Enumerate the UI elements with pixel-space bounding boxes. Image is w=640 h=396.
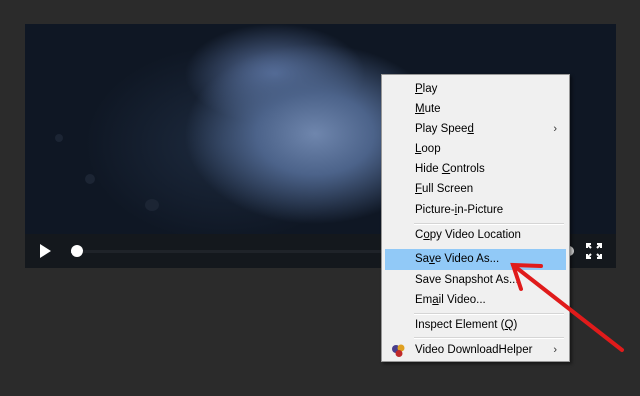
menu-item-picture-in-picture[interactable]: Picture-in-Picture — [385, 200, 566, 221]
video-frame-detail — [145, 199, 159, 211]
menu-item-play[interactable]: Play — [385, 79, 566, 100]
menu-item-save-snapshot-as[interactable]: Save Snapshot As... — [385, 270, 566, 291]
context-menu: Play Mute Play Speed › Loop Hide Controls… — [381, 74, 570, 362]
play-icon — [40, 244, 51, 258]
fullscreen-button[interactable] — [586, 243, 602, 259]
menu-item-hide-controls[interactable]: Hide Controls — [385, 159, 566, 180]
progress-bar[interactable] — [71, 250, 396, 253]
menu-item-save-video-as[interactable]: Save Video As... — [385, 249, 566, 270]
submenu-arrow-icon: › — [553, 123, 557, 135]
video-downloadhelper-icon — [391, 343, 406, 358]
progress-thumb[interactable] — [71, 245, 83, 257]
menu-item-inspect-element[interactable]: Inspect Element (Q) — [385, 315, 566, 336]
play-button[interactable] — [37, 243, 53, 259]
menu-item-full-screen[interactable]: Full Screen — [385, 179, 566, 200]
menu-item-video-downloadhelper[interactable]: Video DownloadHelper › — [385, 340, 566, 361]
menu-item-play-speed[interactable]: Play Speed › — [385, 119, 566, 140]
menu-item-copy-video-location[interactable]: Copy Video Location — [385, 225, 566, 246]
video-frame-detail — [55, 134, 63, 142]
fullscreen-icon — [586, 243, 602, 259]
submenu-arrow-icon: › — [553, 344, 557, 356]
menu-item-loop[interactable]: Loop — [385, 139, 566, 160]
menu-separator — [414, 337, 564, 339]
menu-item-mute[interactable]: Mute — [385, 99, 566, 120]
video-frame-detail — [85, 174, 95, 184]
menu-item-email-video[interactable]: Email Video... — [385, 290, 566, 311]
